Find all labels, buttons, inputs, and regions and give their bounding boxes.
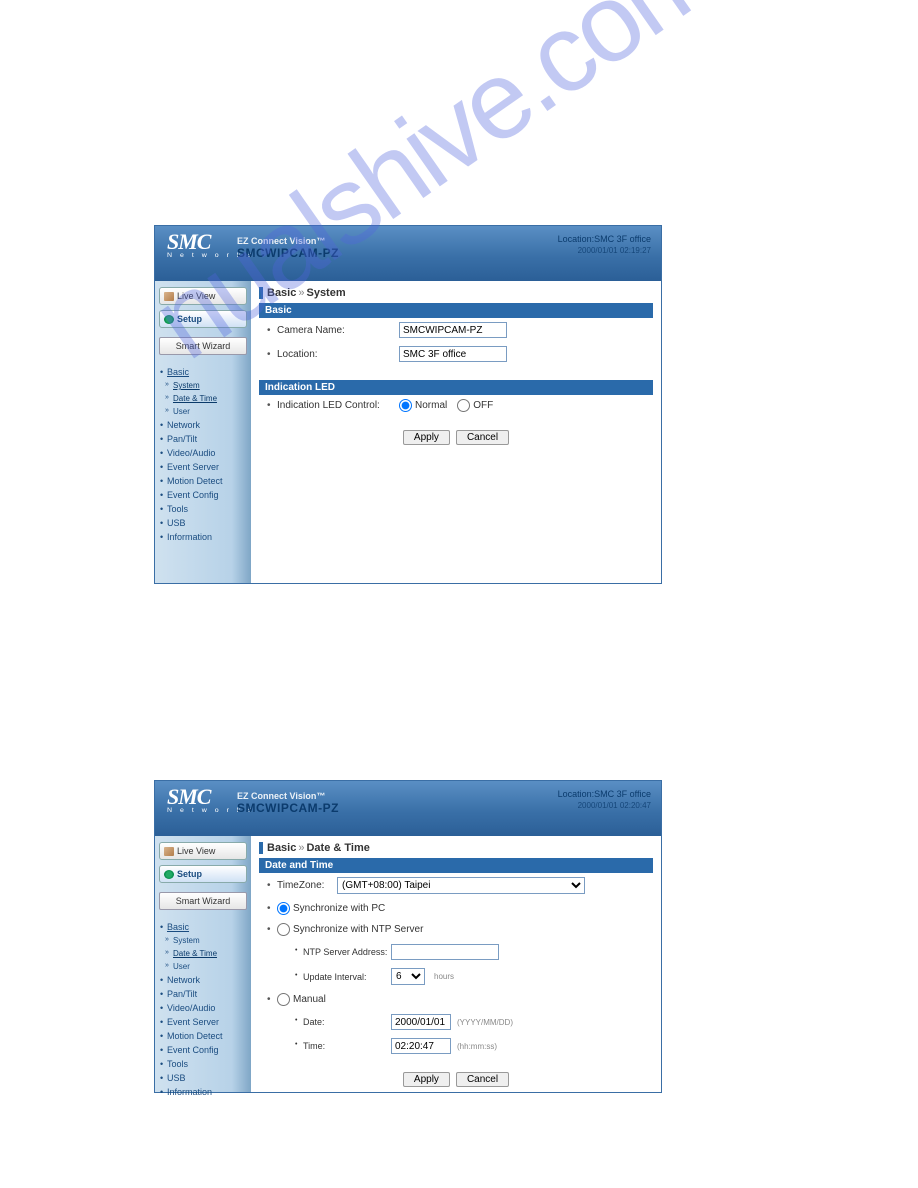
camera-name-label: Camera Name: <box>277 325 399 336</box>
header-timestamp: 2000/01/01 02:20:47 <box>558 801 651 810</box>
nav-eventserver[interactable]: Event Server <box>159 461 247 473</box>
info-icon <box>164 315 174 324</box>
nav-system[interactable]: System <box>159 380 247 391</box>
section-datetime: Date and Time <box>259 858 653 873</box>
nav-network[interactable]: Network <box>159 419 247 431</box>
nav-basic[interactable]: Basic <box>159 921 247 933</box>
nav-videoaudio[interactable]: Video/Audio <box>159 1002 247 1014</box>
header-location: Location:SMC 3F office 2000/01/01 02:20:… <box>558 789 651 810</box>
sync-ntp-option[interactable]: Synchronize with NTP Server <box>277 923 423 936</box>
setup-button[interactable]: Setup <box>159 310 247 328</box>
nav-date-time[interactable]: Date & Time <box>159 948 247 959</box>
date-label: Date: <box>281 1017 391 1027</box>
nav-videoaudio[interactable]: Video/Audio <box>159 447 247 459</box>
breadcrumb: Basic»Date & Time <box>259 842 653 854</box>
header-location: Location:SMC 3F office 2000/01/01 02:19:… <box>558 234 651 255</box>
sidebar-nav: Basic System Date & Time User Network Pa… <box>159 366 247 543</box>
time-label: Time: <box>281 1041 391 1051</box>
update-interval-label: Update Interval: <box>281 972 391 982</box>
camera-icon <box>164 847 174 856</box>
date-hint: (YYYY/MM/DD) <box>457 1018 513 1027</box>
camera-name-field[interactable] <box>399 322 507 338</box>
smart-wizard-button[interactable]: Smart Wizard <box>159 892 247 910</box>
nav-user[interactable]: User <box>159 961 247 972</box>
time-field[interactable] <box>391 1038 451 1054</box>
sidebar-nav: Basic System Date & Time User Network Pa… <box>159 921 247 1098</box>
admin-screenshot-system: SMC N e t w o r k s EZ Connect Vision™ S… <box>154 225 662 584</box>
section-basic: Basic <box>259 303 653 318</box>
info-icon <box>164 870 174 879</box>
nav-system[interactable]: System <box>159 935 247 946</box>
location-field[interactable] <box>399 346 507 362</box>
location-label: Location: <box>277 349 399 360</box>
setup-button[interactable]: Setup <box>159 865 247 883</box>
camera-icon <box>164 292 174 301</box>
header: SMC N e t w o r k s EZ Connect Vision™ S… <box>155 781 661 836</box>
sync-pc-option[interactable]: Synchronize with PC <box>277 902 385 915</box>
nav-tools[interactable]: Tools <box>159 1058 247 1070</box>
ntp-address-label: NTP Server Address: <box>281 947 391 957</box>
nav-usb[interactable]: USB <box>159 1072 247 1084</box>
product-title: EZ Connect Vision™ SMCWIPCAM-PZ <box>237 791 339 815</box>
live-view-button[interactable]: Live View <box>159 287 247 305</box>
nav-network[interactable]: Network <box>159 974 247 986</box>
led-control-label: Indication LED Control: <box>277 400 399 411</box>
nav-tools[interactable]: Tools <box>159 503 247 515</box>
product-title: EZ Connect Vision™ SMCWIPCAM-PZ <box>237 236 339 260</box>
nav-eventconfig[interactable]: Event Config <box>159 1044 247 1056</box>
nav-usb[interactable]: USB <box>159 517 247 529</box>
nav-eventserver[interactable]: Event Server <box>159 1016 247 1028</box>
section-led: Indication LED <box>259 380 653 395</box>
apply-button[interactable]: Apply <box>403 430 450 445</box>
nav-basic[interactable]: Basic <box>159 366 247 378</box>
sidebar: Live View Setup Smart Wizard Basic Syste… <box>155 281 251 583</box>
nav-pantilt[interactable]: Pan/Tilt <box>159 988 247 1000</box>
sidebar: Live View Setup Smart Wizard Basic Syste… <box>155 836 251 1092</box>
cancel-button[interactable]: Cancel <box>456 430 509 445</box>
update-interval-unit: hours <box>434 972 454 981</box>
nav-user[interactable]: User <box>159 406 247 417</box>
led-normal-option[interactable]: Normal <box>399 399 447 412</box>
timezone-select[interactable]: (GMT+08:00) Taipei <box>337 877 585 894</box>
cancel-button[interactable]: Cancel <box>456 1072 509 1087</box>
led-off-option[interactable]: OFF <box>457 399 493 412</box>
nav-date-time[interactable]: Date & Time <box>159 393 247 404</box>
nav-information[interactable]: Information <box>159 1086 247 1098</box>
breadcrumb: Basic»System <box>259 287 653 299</box>
nav-pantilt[interactable]: Pan/Tilt <box>159 433 247 445</box>
update-interval-select[interactable]: 6 <box>391 968 425 985</box>
nav-eventconfig[interactable]: Event Config <box>159 489 247 501</box>
live-view-button[interactable]: Live View <box>159 842 247 860</box>
content-area: Basic»System Basic • Camera Name: • Loca… <box>251 281 661 583</box>
ntp-address-field[interactable] <box>391 944 499 960</box>
nav-motiondetect[interactable]: Motion Detect <box>159 475 247 487</box>
admin-screenshot-datetime: SMC N e t w o r k s EZ Connect Vision™ S… <box>154 780 662 1093</box>
header: SMC N e t w o r k s EZ Connect Vision™ S… <box>155 226 661 281</box>
timezone-label: TimeZone: <box>277 880 337 891</box>
content-area: Basic»Date & Time Date and Time • TimeZo… <box>251 836 661 1092</box>
nav-information[interactable]: Information <box>159 531 247 543</box>
date-field[interactable] <box>391 1014 451 1030</box>
smart-wizard-button[interactable]: Smart Wizard <box>159 337 247 355</box>
manual-option[interactable]: Manual <box>277 993 326 1006</box>
header-timestamp: 2000/01/01 02:19:27 <box>558 246 651 255</box>
nav-motiondetect[interactable]: Motion Detect <box>159 1030 247 1042</box>
time-hint: (hh:mm:ss) <box>457 1042 497 1051</box>
apply-button[interactable]: Apply <box>403 1072 450 1087</box>
